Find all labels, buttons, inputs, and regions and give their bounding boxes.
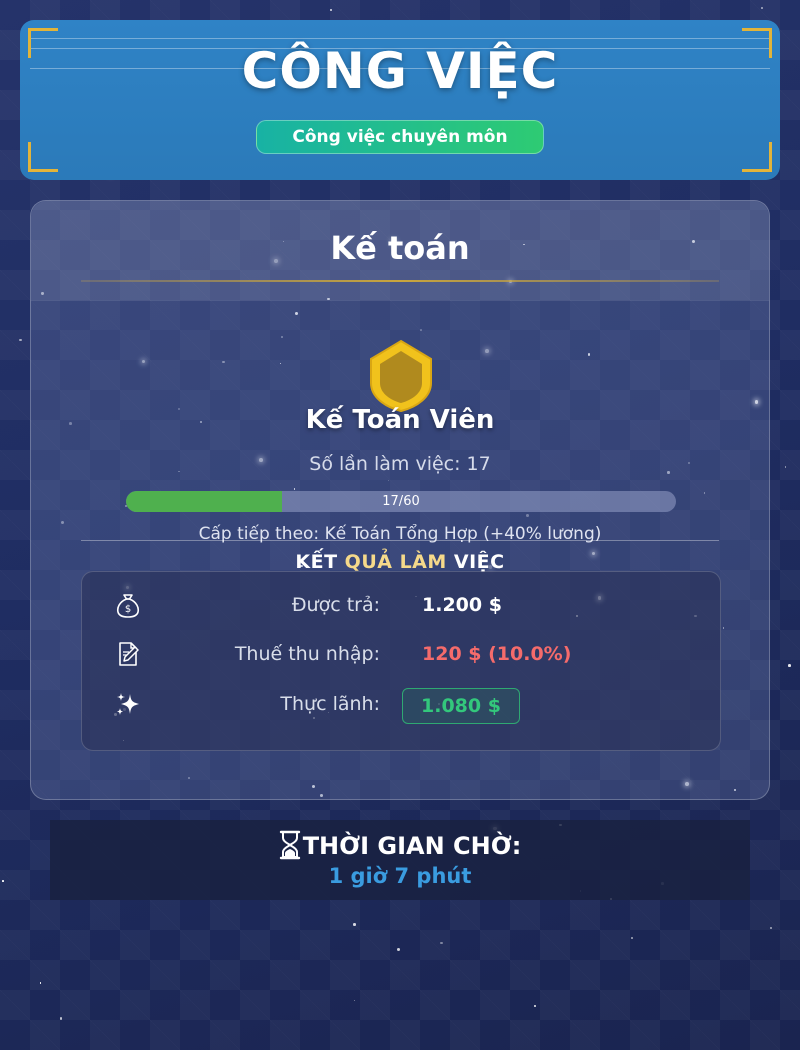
results-heading-part: VIỆC	[446, 551, 505, 573]
job-category-badge: Công việc chuyên môn	[256, 120, 544, 154]
money-bag-icon: $	[116, 594, 140, 618]
star	[353, 923, 356, 926]
work-count-label: Số lần làm việc:	[309, 453, 461, 475]
cooldown-label: THỜI GIAN CHỜ:	[50, 830, 750, 860]
star	[440, 941, 443, 944]
star	[761, 7, 764, 10]
work-count-value: 17	[466, 453, 491, 475]
work-count: Số lần làm việc: 17	[31, 453, 769, 475]
star	[769, 926, 773, 930]
page-title: CÔNG VIỆC	[241, 42, 559, 100]
progress-text: 17/60	[382, 494, 420, 509]
hourglass-icon	[279, 830, 300, 860]
results-panel: $ Được trả: 1.200 $ Thuế thu nhập: 120 $…	[81, 571, 721, 751]
results-heading-highlight: QUẢ LÀM	[344, 551, 447, 573]
results-heading: KẾT QUẢ LÀM VIỆC	[31, 551, 769, 573]
star	[631, 937, 633, 939]
result-row-tax: Thuế thu nhập: 120 $ (10.0%)	[82, 634, 720, 674]
shield-icon	[370, 339, 432, 413]
star	[60, 1017, 63, 1020]
job-card: Kế toán Kế Toán Viên Số lần làm việc: 17 …	[30, 200, 770, 800]
svg-text:$: $	[125, 604, 131, 615]
sparkles-icon	[117, 693, 139, 715]
cooldown-panel: THỜI GIAN CHỜ: 1 giờ 7 phút	[50, 820, 750, 900]
cooldown-value: 1 giờ 7 phút	[328, 864, 472, 888]
corner-bracket	[28, 142, 58, 172]
result-row-paid: $ Được trả: 1.200 $	[82, 585, 720, 625]
result-row-net: Thực lãnh: 1.080 $	[82, 684, 720, 724]
title-divider	[81, 280, 719, 282]
tax-label: Thuế thu nhập:	[234, 643, 380, 665]
star	[784, 466, 787, 468]
net-value: 1.080 $	[402, 688, 520, 724]
header-decor-line	[30, 38, 770, 39]
tax-value: 120 $ (10.0%)	[422, 643, 572, 665]
progress-bar: 17/60	[126, 491, 676, 512]
results-heading-part: KẾT	[295, 551, 345, 573]
star	[787, 664, 791, 667]
star	[19, 338, 22, 342]
paid-value: 1.200 $	[422, 594, 502, 616]
star	[353, 999, 355, 1002]
cooldown-label-text: THỜI GIAN CHỜ:	[302, 832, 522, 860]
star	[39, 982, 42, 984]
memo-icon	[119, 642, 139, 666]
next-level-info: Cấp tiếp theo: Kế Toán Tổng Hợp (+40% lư…	[198, 524, 602, 544]
section-divider	[81, 540, 719, 541]
paid-label: Được trả:	[291, 594, 380, 616]
star	[330, 8, 333, 12]
star	[2, 880, 4, 882]
star	[397, 948, 401, 952]
star	[533, 1005, 537, 1008]
page-header: CÔNG VIỆC Công việc chuyên môn	[20, 20, 780, 180]
job-title: Kế toán	[330, 229, 470, 267]
rank-name: Kế Toán Viên	[305, 405, 495, 435]
net-label: Thực lãnh:	[280, 693, 380, 715]
corner-bracket	[742, 142, 772, 172]
